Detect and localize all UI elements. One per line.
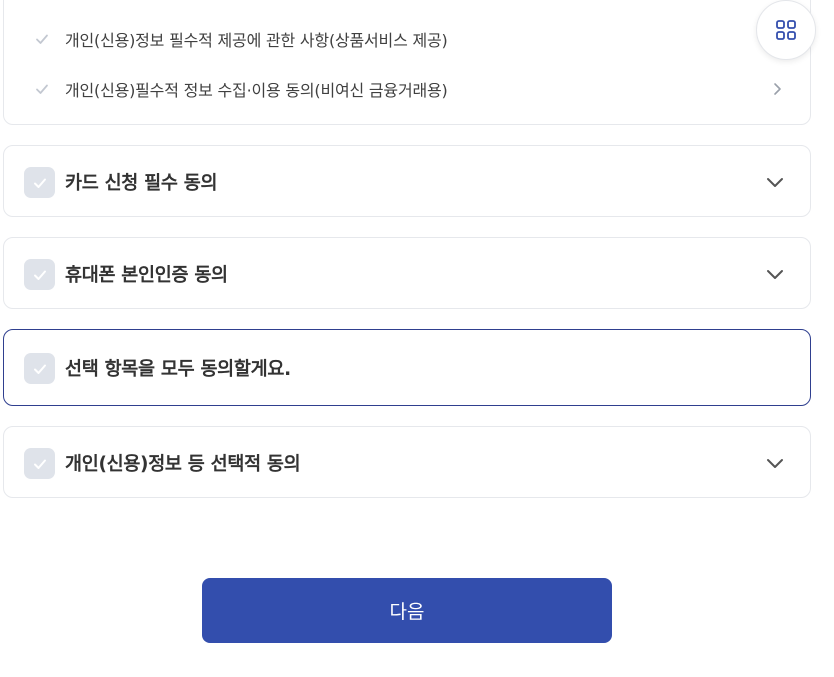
check-icon <box>36 84 48 94</box>
section-optional-personal-info-consent[interactable]: 개인(신용)정보 등 선택적 동의 <box>3 426 811 498</box>
consent-checkbox[interactable] <box>24 259 55 290</box>
section-agree-all-optional[interactable]: 선택 항목을 모두 동의할게요. <box>3 329 811 406</box>
grid-menu-icon <box>776 20 796 40</box>
section-title: 카드 신청 필수 동의 <box>65 173 218 194</box>
check-icon <box>33 270 46 280</box>
next-button[interactable]: 다음 <box>202 578 612 643</box>
required-consent-list: 개인(신용)정보 필수적 제공에 관한 사항(상품서비스 제공) 개인(신용)필… <box>3 0 811 125</box>
section-title: 개인(신용)정보 등 선택적 동의 <box>65 454 301 475</box>
required-item-non-credit[interactable]: 개인(신용)필수적 정보 수집·이용 동의(비여신 금융거래용) <box>4 69 810 109</box>
chevron-down-icon[interactable] <box>764 452 786 474</box>
consent-checkbox[interactable] <box>24 448 55 479</box>
section-title: 선택 항목을 모두 동의할게요. <box>65 359 291 380</box>
check-icon <box>33 178 46 188</box>
check-icon <box>33 459 46 469</box>
required-item-label: 개인(신용)정보 필수적 제공에 관한 사항(상품서비스 제공) <box>65 31 448 50</box>
required-item-label: 개인(신용)필수적 정보 수집·이용 동의(비여신 금융거래용) <box>65 81 448 100</box>
chevron-down-icon[interactable] <box>764 263 786 285</box>
consent-checkbox[interactable] <box>24 353 55 384</box>
chevron-right-icon[interactable] <box>768 80 786 98</box>
chevron-down-icon[interactable] <box>764 171 786 193</box>
section-phone-verification-consent[interactable]: 휴대폰 본인인증 동의 <box>3 237 811 309</box>
section-card-application-consent[interactable]: 카드 신청 필수 동의 <box>3 145 811 217</box>
check-icon <box>36 34 48 44</box>
check-icon <box>33 364 46 374</box>
consent-checkbox[interactable] <box>24 167 55 198</box>
grid-menu-button[interactable] <box>756 0 816 60</box>
required-item-product-service[interactable]: 개인(신용)정보 필수적 제공에 관한 사항(상품서비스 제공) <box>4 19 810 59</box>
section-title: 휴대폰 본인인증 동의 <box>65 265 228 286</box>
